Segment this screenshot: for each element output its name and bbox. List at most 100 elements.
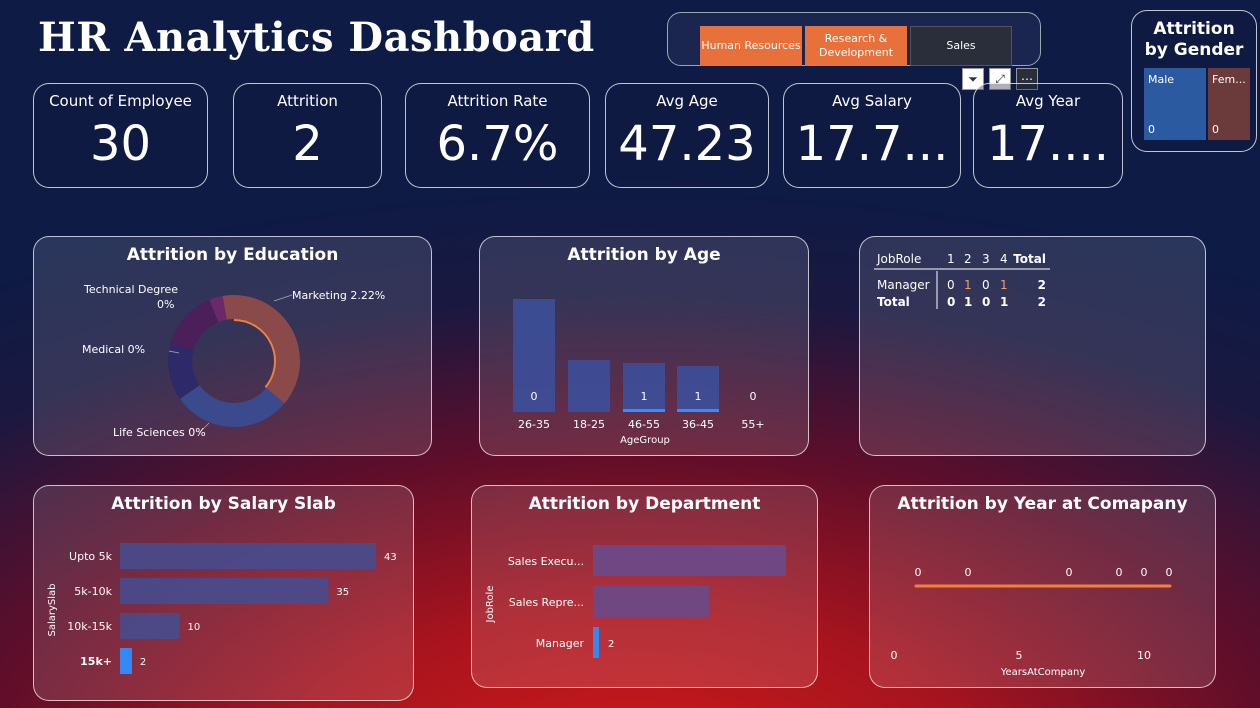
years-tick-label: 5 bbox=[1016, 649, 1023, 662]
salary-bar bbox=[120, 578, 329, 604]
age-tick-label: 26-35 bbox=[518, 418, 550, 431]
gender-title: Attrition by Gender bbox=[1144, 19, 1244, 61]
department-value-label: 2 bbox=[608, 639, 614, 650]
salary-value-label: 10 bbox=[188, 622, 201, 633]
department-bar bbox=[593, 586, 709, 617]
age-bar bbox=[623, 363, 665, 412]
edu-label-medical: Medical 0% bbox=[82, 343, 145, 356]
years-line-chart: 0 0 0 0 0 0 0 5 10 YearsAtCompany bbox=[891, 566, 1173, 678]
years-point-label: 0 bbox=[1166, 566, 1173, 579]
matrix-header: 1 bbox=[947, 252, 955, 266]
department-category-label: Manager bbox=[536, 637, 585, 650]
edu-label-marketing: Marketing 2.22% bbox=[292, 289, 385, 302]
page-title: HR Analytics Dashboard bbox=[38, 14, 595, 61]
age-tick-label: 55+ bbox=[741, 418, 764, 431]
years-point-label: 0 bbox=[915, 566, 922, 579]
salary-bar bbox=[120, 613, 180, 639]
age-bar-highlight bbox=[623, 409, 665, 412]
jobrole-matrix: JobRole 1 2 3 4 TotalManager 0 1 0 1 2Total 0 1 0 1 2 bbox=[874, 252, 1050, 309]
matrix-header: 2 bbox=[964, 252, 972, 266]
donut-segment-life-sciences bbox=[179, 385, 285, 427]
age-data-label: 0 bbox=[531, 390, 538, 403]
kpi-avg-age: Avg Age 47.23 bbox=[605, 83, 769, 188]
age-data-label: 0 bbox=[750, 390, 757, 403]
matrix-cell: 0 bbox=[982, 278, 990, 292]
edu-label-life: Life Sciences 0% bbox=[113, 426, 206, 439]
age-tick-label: 36-45 bbox=[682, 418, 714, 431]
salary-panel: Attrition by Salary Slab Upto 5k 43 5k-10k… bbox=[33, 485, 414, 701]
years-point-label: 0 bbox=[1116, 566, 1123, 579]
matrix-header: Total bbox=[1013, 252, 1046, 266]
years-panel: Attrition by Year at Comapany 0 0 0 0 0 0 0 5 10… bbox=[869, 485, 1216, 688]
female-tile[interactable]: Fem... 0 bbox=[1208, 68, 1250, 140]
matrix-cell: 0 bbox=[947, 295, 955, 309]
salary-bar bbox=[120, 648, 132, 674]
matrix-cell: Manager bbox=[877, 278, 930, 292]
years-point-label: 0 bbox=[965, 566, 972, 579]
kpi-avg-salary: Avg Salary 17.7... bbox=[783, 83, 961, 188]
education-panel: Attrition by Education Technical Degree … bbox=[33, 236, 432, 456]
education-donut-chart: Technical Degree 0% Marketing 2.22% Medi… bbox=[82, 283, 385, 439]
salary-ylabel: SalarySlab bbox=[47, 583, 58, 636]
age-bar-highlight bbox=[677, 409, 719, 412]
slicer-item-hr[interactable]: Human Resources bbox=[700, 26, 802, 66]
matrix-cell: 1 bbox=[964, 278, 972, 292]
department-slicer: Human Resources Research & Development S… bbox=[667, 12, 1041, 66]
kpi-attrition-rate: Attrition Rate 6.7% bbox=[405, 83, 590, 188]
years-xlabel: YearsAtCompany bbox=[1000, 667, 1086, 678]
department-ylabel: JobRole bbox=[485, 586, 496, 624]
age-tick-label: 46-55 bbox=[628, 418, 660, 431]
male-tile[interactable]: Male 0 bbox=[1144, 68, 1206, 140]
department-panel: Attrition by Department Sales Execu... Sa… bbox=[471, 485, 818, 688]
age-bar bbox=[568, 360, 610, 412]
years-tick-label: 0 bbox=[891, 649, 898, 662]
salary-value-label: 2 bbox=[140, 657, 146, 668]
kpi-avg-year: Avg Year 17.... bbox=[973, 83, 1123, 188]
department-category-label: Sales Execu... bbox=[508, 555, 584, 568]
edu-label-tech-pct: 0% bbox=[157, 298, 174, 311]
age-panel: Attrition by Age 0 26-35 18-25 1 46-55 1 36-45… bbox=[479, 236, 809, 456]
gender-card: Attrition by Gender Male 0 Fem... 0 bbox=[1131, 10, 1257, 152]
salary-category-label: 5k-10k bbox=[74, 585, 112, 598]
years-tick-label: 10 bbox=[1137, 649, 1151, 662]
department-bar bbox=[593, 627, 599, 658]
age-data-label: 1 bbox=[641, 390, 648, 403]
salary-bar bbox=[120, 543, 376, 569]
matrix-cell: Total bbox=[877, 295, 910, 309]
age-data-label: 1 bbox=[695, 390, 702, 403]
age-tick-label: 18-25 bbox=[573, 418, 605, 431]
years-point-label: 0 bbox=[1066, 566, 1073, 579]
department-bar bbox=[593, 545, 786, 576]
matrix-cell: 1 bbox=[964, 295, 972, 309]
department-bar-chart: Sales Execu... Sales Repre... Manager 2 Job… bbox=[485, 545, 786, 658]
salary-category-label: 10k-15k bbox=[67, 620, 112, 633]
matrix-header: 4 bbox=[1000, 252, 1008, 266]
matrix-cell: 1 bbox=[1000, 295, 1008, 309]
salary-value-label: 43 bbox=[384, 552, 397, 563]
years-point-label: 0 bbox=[1141, 566, 1148, 579]
matrix-header: JobRole bbox=[876, 252, 921, 266]
kpi-attrition: Attrition 2 bbox=[233, 83, 382, 188]
department-category-label: Sales Repre... bbox=[509, 596, 584, 609]
kpi-count: Count of Employee 30 bbox=[33, 83, 208, 188]
age-xlabel: AgeGroup bbox=[620, 435, 670, 446]
matrix-cell: 1 bbox=[1000, 278, 1008, 292]
matrix-cell: 2 bbox=[1038, 278, 1046, 292]
slicer-item-sales[interactable]: Sales bbox=[910, 26, 1012, 66]
salary-bar-chart: Upto 5k 43 5k-10k 35 10k-15k 10 15k+ 2 SalarySl… bbox=[47, 543, 397, 674]
matrix-cell: 2 bbox=[1038, 295, 1046, 309]
age-bar-chart: 0 26-35 18-25 1 46-55 1 36-45 0 55+ AgeGroup bbox=[513, 299, 765, 446]
donut-segment-technical bbox=[170, 299, 219, 351]
matrix-cell: 0 bbox=[982, 295, 990, 309]
salary-category-label: Upto 5k bbox=[69, 550, 113, 563]
slicer-item-rd[interactable]: Research & Development bbox=[805, 26, 907, 66]
matrix-header: 3 bbox=[982, 252, 990, 266]
edu-leader-marketing bbox=[273, 294, 293, 302]
edu-label-tech: Technical Degree bbox=[83, 283, 178, 296]
salary-category-label: 15k+ bbox=[80, 655, 112, 668]
salary-value-label: 35 bbox=[336, 587, 349, 598]
donut-segment-marketing bbox=[222, 295, 300, 404]
jobrole-matrix-panel: JobRole 1 2 3 4 Total Manager 0 1 0 1 2 Total 0 1 0 1 2 bbox=[859, 236, 1206, 456]
matrix-cell: 0 bbox=[947, 278, 955, 292]
age-bar bbox=[677, 366, 719, 412]
